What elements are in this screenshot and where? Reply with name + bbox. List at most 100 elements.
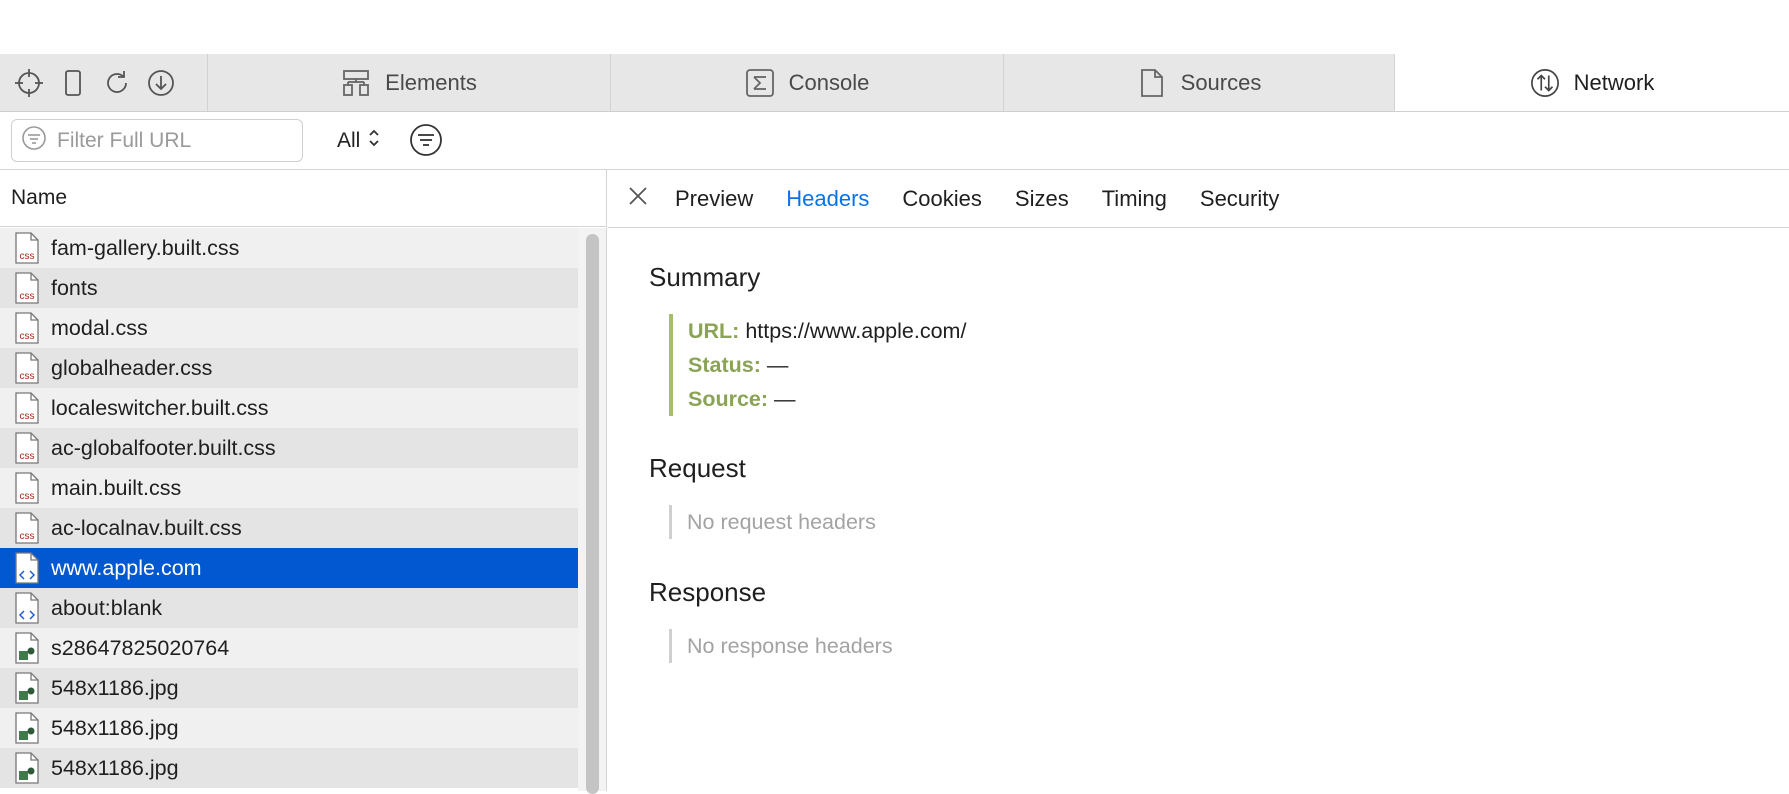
svg-text:css: css: [20, 411, 35, 422]
devtools-tab-bar: Elements Console Sources Network: [0, 54, 1789, 112]
response-title: Response: [649, 577, 767, 607]
svg-text:css: css: [20, 531, 35, 542]
summary-url-value: https://www.apple.com/: [745, 319, 967, 343]
list-item[interactable]: css ac-localnav.built.css: [0, 508, 578, 548]
list-item[interactable]: css ac-globalfooter.built.css: [0, 428, 578, 468]
network-icon: [1530, 67, 1560, 99]
list-item-name: modal.css: [51, 315, 148, 340]
tab-sizes[interactable]: Sizes: [1015, 186, 1069, 212]
list-item[interactable]: css fam-gallery.built.css: [0, 228, 578, 268]
svg-text:css: css: [20, 331, 35, 342]
close-detail-button[interactable]: [621, 182, 655, 216]
chevron-updown-icon: [368, 127, 380, 155]
list-item-name: fam-gallery.built.css: [51, 235, 240, 260]
list-item-name: 548x1186.jpg: [51, 715, 179, 740]
list-item-name: localeswitcher.built.css: [51, 395, 269, 420]
list-item[interactable]: 548x1186.jpg: [0, 708, 578, 748]
list-item[interactable]: css fonts: [0, 268, 578, 308]
image-file-icon: [14, 712, 40, 744]
image-file-icon: [14, 632, 40, 664]
css-file-icon: css: [14, 232, 40, 264]
html-file-icon: [14, 592, 40, 624]
toolbar-tools: [0, 54, 208, 111]
request-title: Request: [649, 453, 746, 483]
tab-console[interactable]: Console: [611, 54, 1004, 111]
list-item-name: 548x1186.jpg: [51, 755, 179, 780]
list-item[interactable]: 548x1186.jpg: [0, 748, 578, 788]
resource-type-select[interactable]: All: [337, 124, 380, 157]
svg-text:css: css: [20, 291, 35, 302]
tab-security[interactable]: Security: [1200, 186, 1279, 212]
filter-icon: [21, 125, 47, 156]
console-icon: [745, 67, 775, 99]
summary-source-label: Source:: [688, 387, 769, 411]
tab-cookies[interactable]: Cookies: [902, 186, 981, 212]
summary-status-label: Status:: [688, 353, 761, 377]
list-item-name: about:blank: [51, 595, 163, 620]
elements-icon: [341, 67, 371, 99]
detail-tab-bar: Preview Headers Cookies Sizes Timing Sec…: [608, 170, 1789, 228]
css-file-icon: css: [14, 272, 40, 304]
resource-list: css fam-gallery.built.css css fonts css modal…: [0, 228, 578, 791]
response-empty-text: No response headers: [687, 634, 893, 658]
list-scroll-thumb[interactable]: [586, 234, 599, 794]
list-item-name: ac-globalfooter.built.css: [51, 435, 276, 460]
tab-elements-label: Elements: [385, 69, 477, 95]
tab-timing[interactable]: Timing: [1102, 186, 1167, 212]
list-item-name: s28647825020764: [51, 635, 230, 660]
list-item[interactable]: css modal.css: [0, 308, 578, 348]
request-empty-text: No request headers: [687, 510, 876, 534]
crosshair-icon[interactable]: [14, 68, 44, 98]
tab-console-label: Console: [788, 69, 870, 95]
tab-network-label: Network: [1573, 69, 1655, 95]
css-file-icon: css: [14, 352, 40, 384]
list-item-name: ac-localnav.built.css: [51, 515, 242, 540]
html-file-icon: [14, 552, 40, 584]
list-item[interactable]: s28647825020764: [0, 628, 578, 668]
list-item[interactable]: css localeswitcher.built.css: [0, 388, 578, 428]
list-item[interactable]: about:blank: [0, 588, 578, 628]
list-item-name: main.built.css: [51, 475, 182, 500]
list-item[interactable]: www.apple.com: [0, 548, 578, 588]
summary-url-label: URL:: [688, 319, 740, 343]
response-block: No response headers: [669, 629, 893, 663]
tab-elements[interactable]: Elements: [208, 54, 611, 111]
list-header-name[interactable]: Name: [0, 170, 607, 227]
reload-icon[interactable]: [102, 68, 132, 98]
summary-status-value: —: [766, 353, 789, 377]
css-file-icon: css: [14, 472, 40, 504]
summary-source-value: —: [774, 387, 796, 411]
summary-source-row: Source: —: [688, 382, 966, 416]
list-item-name: 548x1186.jpg: [51, 675, 179, 700]
filter-url-input[interactable]: [55, 127, 299, 154]
request-block: No request headers: [669, 505, 876, 539]
tab-sources-label: Sources: [1180, 69, 1262, 95]
filter-bar: All: [0, 112, 1789, 170]
filter-url-field[interactable]: [11, 119, 303, 162]
close-icon: [627, 185, 649, 212]
tab-preview[interactable]: Preview: [675, 186, 753, 212]
tab-sources[interactable]: Sources: [1004, 54, 1395, 111]
css-file-icon: css: [14, 312, 40, 344]
css-file-icon: css: [14, 392, 40, 424]
css-file-icon: css: [14, 512, 40, 544]
tab-network[interactable]: Network: [1395, 54, 1789, 111]
list-scrollbar[interactable]: [578, 228, 607, 794]
list-item-name: www.apple.com: [51, 555, 202, 580]
list-item-name: fonts: [51, 275, 98, 300]
svg-text:css: css: [20, 451, 35, 462]
list-item-name: globalheader.css: [51, 355, 213, 380]
download-icon[interactable]: [146, 68, 176, 98]
device-icon[interactable]: [58, 68, 88, 98]
image-file-icon: [14, 672, 40, 704]
list-header-label: Name: [11, 186, 68, 209]
list-item[interactable]: 548x1186.jpg: [0, 668, 578, 708]
summary-url-row: URL: https://www.apple.com/: [688, 314, 966, 348]
svg-text:css: css: [20, 251, 35, 262]
svg-text:css: css: [20, 491, 35, 502]
tab-headers[interactable]: Headers: [786, 186, 869, 212]
summary-status-row: Status: —: [688, 348, 966, 382]
filter-options-icon[interactable]: [409, 123, 443, 157]
list-item[interactable]: css globalheader.css: [0, 348, 578, 388]
list-item[interactable]: css main.built.css: [0, 468, 578, 508]
